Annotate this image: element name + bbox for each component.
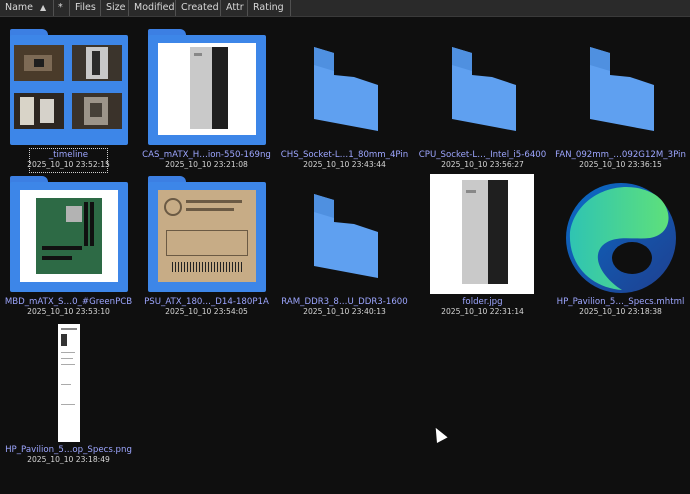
column-rating[interactable]: Rating <box>248 0 291 16</box>
item-date: 2025_10_10 23:54:05 <box>165 307 248 316</box>
item-name: HP_Pavilion_5…_Specs.mhtml <box>556 297 685 307</box>
folder-icon <box>148 29 266 147</box>
item-name: MBD_mATX_S…0_#GreenPCB <box>4 297 133 307</box>
column-star[interactable]: * <box>54 0 70 16</box>
item-date: 2025_10_10 23:18:49 <box>27 455 110 464</box>
grid-item-chs-folder[interactable]: CHS_Socket-L…1_80mm_4Pin 2025_10_10 23:4… <box>276 29 413 199</box>
item-date: 2025_10_10 23:36:15 <box>579 160 662 169</box>
grid-item-psu-folder[interactable]: PSU_ATX_180…_D14-180P1A 2025_10_10 23:54… <box>138 176 275 346</box>
edge-browser-icon <box>562 176 680 294</box>
column-size[interactable]: Size <box>101 0 129 16</box>
item-name: CHS_Socket-L…1_80mm_4Pin <box>280 150 409 160</box>
mouse-cursor-icon <box>430 425 448 443</box>
case-photo <box>158 43 256 135</box>
empty-folder-icon <box>562 29 680 147</box>
empty-folder-icon <box>286 29 404 147</box>
grid-item-mbd-folder[interactable]: MBD_mATX_S…0_#GreenPCB 2025_10_10 23:53:… <box>0 176 137 346</box>
item-name: FAN_092mm_…092G12M_3Pin <box>555 150 686 160</box>
item-date: 2025_10_10 22:31:14 <box>441 307 524 316</box>
item-date: 2025_10_10 23:40:13 <box>303 307 386 316</box>
column-header-bar: Name ▲ * Files Size Modified Created Att… <box>0 0 690 17</box>
item-date: 2025_10_10 23:56:27 <box>441 160 524 169</box>
item-name: RAM_DDR3_8…U_DDR3-1600 <box>281 297 408 307</box>
grid-item-mhtml[interactable]: HP_Pavilion_5…_Specs.mhtml 2025_10_10 23… <box>552 176 689 346</box>
item-name: CAS_mATX_H…ion-550-169ng <box>142 150 271 160</box>
item-date: 2025_10_10 23:43:44 <box>303 160 386 169</box>
motherboard-photo <box>20 190 118 282</box>
folder-icon <box>10 29 128 147</box>
column-created[interactable]: Created <box>176 0 221 16</box>
item-name: folder.jpg <box>462 297 503 307</box>
empty-folder-icon <box>286 176 404 294</box>
item-name: PSU_ATX_180…_D14-180P1A <box>144 297 269 307</box>
item-date: 2025_10_10 23:52:15 <box>27 160 110 169</box>
item-name: CPU_Socket-L…_Intel_i5-6400 <box>418 150 547 160</box>
column-attr[interactable]: Attr <box>221 0 248 16</box>
grid-item-fan-folder[interactable]: FAN_092mm_…092G12M_3Pin 2025_10_10 23:36… <box>552 29 689 199</box>
item-name: _timeline <box>48 150 89 160</box>
item-date: 2025_10_10 23:21:08 <box>165 160 248 169</box>
grid-item-ram-folder[interactable]: RAM_DDR3_8…U_DDR3-1600 2025_10_10 23:40:… <box>276 176 413 346</box>
column-files[interactable]: Files <box>70 0 101 16</box>
empty-folder-icon <box>424 29 542 147</box>
grid-item-cas-folder[interactable]: CAS_mATX_H…ion-550-169ng 2025_10_10 23:2… <box>138 29 275 199</box>
image-thumbnail <box>430 174 534 294</box>
column-modified[interactable]: Modified <box>129 0 176 16</box>
grid-item-timeline[interactable]: _timeline 2025_10_10 23:52:15 <box>0 29 137 199</box>
folder-icon <box>10 176 128 294</box>
item-date: 2025_10_10 23:53:10 <box>27 307 110 316</box>
folder-icon <box>148 176 266 294</box>
sort-ascending-icon: ▲ <box>40 3 47 12</box>
grid-item-folder-jpg[interactable]: folder.jpg 2025_10_10 22:31:14 <box>414 174 551 346</box>
image-thumbnail <box>58 324 80 442</box>
psu-label-photo <box>158 190 256 282</box>
grid-item-specs-png[interactable]: HP_Pavilion_5…op_Specs.png 2025_10_10 23… <box>0 324 137 494</box>
item-date: 2025_10_10 23:18:38 <box>579 307 662 316</box>
item-name: HP_Pavilion_5…op_Specs.png <box>5 445 132 455</box>
timeline-photos <box>14 37 124 135</box>
